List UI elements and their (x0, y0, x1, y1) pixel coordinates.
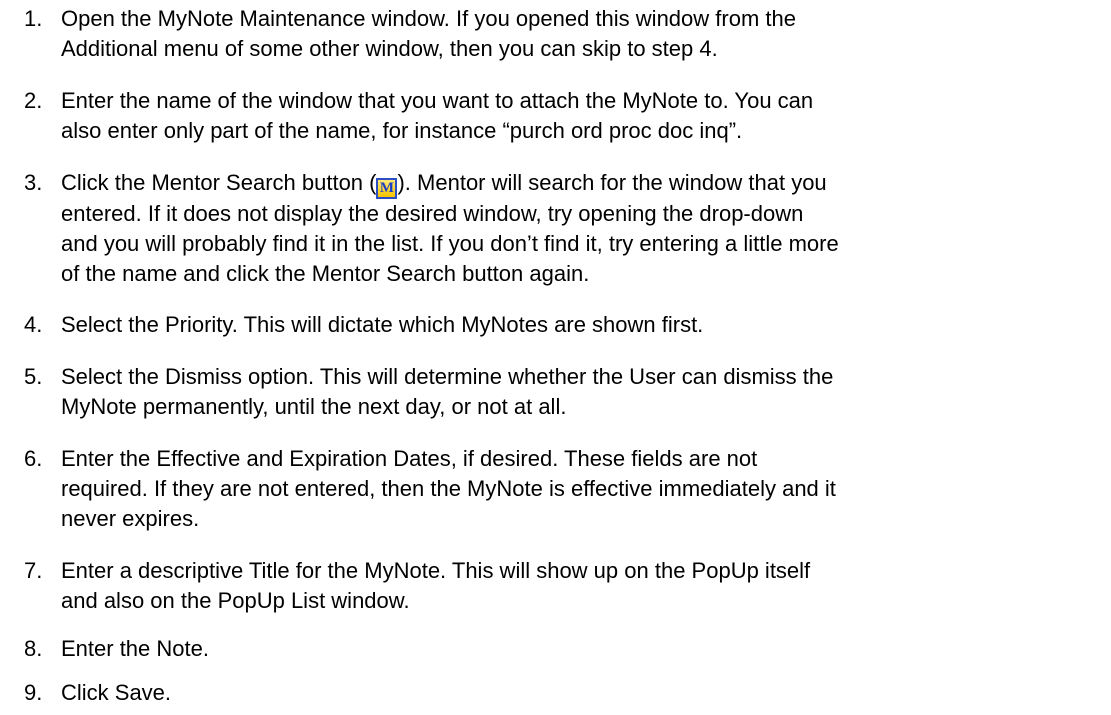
step-text-line: required. If they are not entered, then … (61, 476, 836, 501)
step-text: Select the Priority. This will dictate w… (61, 310, 1111, 340)
step-text: Enter the Effective and Expiration Dates… (61, 444, 1111, 534)
step-text-line: also enter only part of the name, for in… (61, 118, 743, 143)
step-number: 9. (24, 680, 43, 705)
step-text-line: MyNote permanently, until the next day, … (61, 394, 567, 419)
step-text-line: Additional menu of some other window, th… (61, 36, 718, 61)
step-text: Click the Mentor Search button (M). Ment… (61, 168, 1111, 289)
step-number: 8. (24, 636, 43, 661)
step-7: 7. Enter a descriptive Title for the MyN… (0, 556, 1111, 616)
step-1: 1. Open the MyNote Maintenance window. I… (0, 4, 1111, 64)
step-text-line: Select the Dismiss option. This will det… (61, 364, 834, 389)
step-2: 2. Enter the name of the window that you… (0, 86, 1111, 146)
step-text-line: Enter the Note. (61, 636, 209, 661)
step-text: Select the Dismiss option. This will det… (61, 362, 1111, 422)
step-text-fragment: Click the Mentor Search button ( (61, 170, 377, 195)
step-5: 5. Select the Dismiss option. This will … (0, 362, 1111, 422)
step-text-line: Enter a descriptive Title for the MyNote… (61, 558, 811, 583)
step-number: 2. (24, 88, 43, 113)
step-text-line: and also on the PopUp List window. (61, 588, 410, 613)
step-text: Open the MyNote Maintenance window. If y… (61, 4, 1111, 64)
step-6: 6. Enter the Effective and Expiration Da… (0, 444, 1111, 534)
step-number: 5. (24, 364, 43, 389)
step-text-fragment: ). Mentor will search for the window tha… (397, 170, 827, 195)
step-text-line: Open the MyNote Maintenance window. If y… (61, 6, 796, 31)
step-number: 7. (24, 558, 43, 583)
step-text: Click Save. (61, 678, 1111, 708)
step-number: 6. (24, 446, 43, 471)
mentor-search-icon: M (376, 178, 398, 199)
step-4: 4. Select the Priority. This will dictat… (0, 310, 1111, 340)
step-text: Enter the name of the window that you wa… (61, 86, 1111, 146)
step-9: 9. Click Save. (0, 678, 1111, 708)
step-text-line: Click Save. (61, 680, 172, 705)
step-number: 3. (24, 170, 43, 195)
step-text-line: entered. If it does not display the desi… (61, 201, 804, 226)
step-text-line: Click the Mentor Search button (M). Ment… (61, 168, 1101, 199)
step-text-line: never expires. (61, 506, 200, 531)
step-text-line: of the name and click the Mentor Search … (61, 261, 590, 286)
step-8: 8. Enter the Note. (0, 634, 1111, 664)
step-text-line: Enter the name of the window that you wa… (61, 88, 814, 113)
step-3: 3. Click the Mentor Search button (M). M… (0, 168, 1111, 289)
step-text: Enter a descriptive Title for the MyNote… (61, 556, 1111, 616)
step-text-line: Enter the Effective and Expiration Dates… (61, 446, 758, 471)
step-number: 1. (24, 6, 43, 31)
step-text-line: and you will probably find it in the lis… (61, 231, 839, 256)
step-number: 4. (24, 312, 43, 337)
step-text: Enter the Note. (61, 634, 1111, 664)
step-text-line: Select the Priority. This will dictate w… (61, 312, 704, 337)
